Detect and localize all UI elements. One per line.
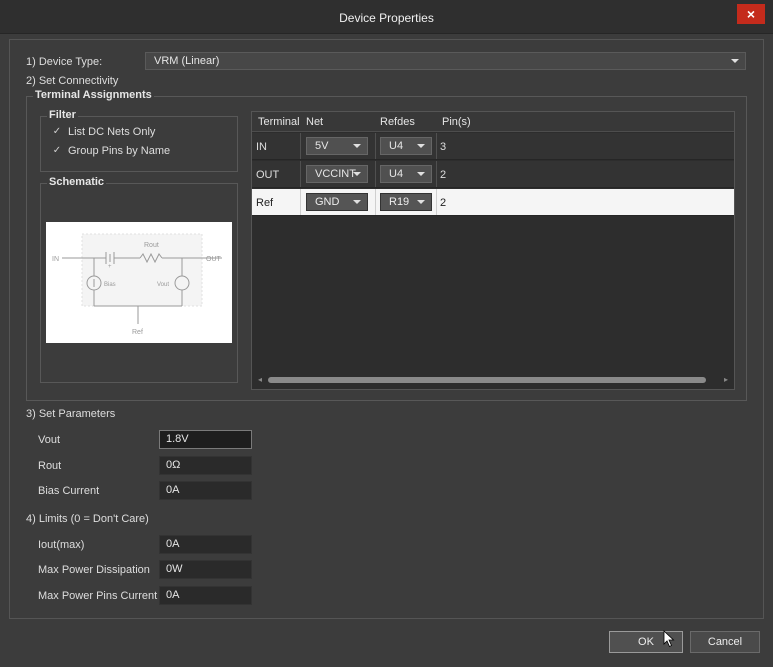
vout-label: Vout	[38, 434, 61, 446]
device-type-dropdown[interactable]: VRM (Linear)	[145, 52, 746, 70]
close-icon: ×	[746, 6, 756, 22]
checkmark-icon: ✓	[52, 126, 62, 137]
max-power-dissipation-input[interactable]: 0W	[159, 560, 252, 579]
set-connectivity-label: 2) Set Connectivity	[26, 75, 119, 87]
close-button[interactable]: ×	[737, 4, 765, 24]
rout-input[interactable]: 0Ω	[159, 456, 252, 475]
column-header-pins: Pin(s)	[442, 116, 471, 128]
window-title: Device Properties	[339, 11, 434, 25]
net-dropdown[interactable]: GND	[306, 193, 368, 211]
schematic-bias-label: Bias	[104, 282, 116, 288]
bias-current-label: Bias Current	[38, 485, 100, 497]
chevron-down-icon	[731, 59, 739, 63]
pins-cell: 2	[440, 197, 447, 209]
terminal-table: Terminal Net Refdes Pin(s) IN 5V U4 3 OU…	[251, 111, 735, 390]
chevron-down-icon	[417, 172, 425, 176]
refdes-value: R19	[389, 196, 410, 208]
schematic-out-label: OUT	[206, 256, 222, 263]
chevron-down-icon	[417, 144, 425, 148]
list-dc-nets-only-checkbox[interactable]: ✓ List DC Nets Only	[52, 126, 156, 138]
vout-input[interactable]: 1.8V	[159, 430, 252, 449]
bias-current-input[interactable]: 0A	[159, 481, 252, 500]
checkmark-icon: ✓	[52, 145, 62, 156]
max-power-pins-current-input[interactable]: 0A	[159, 586, 252, 605]
column-header-net: Net	[306, 116, 324, 128]
terminal-cell: Ref	[256, 197, 274, 209]
refdes-dropdown[interactable]: U4	[380, 165, 432, 183]
device-type-value: VRM (Linear)	[154, 55, 220, 67]
chevron-down-icon	[417, 200, 425, 204]
terminal-cell: IN	[256, 141, 267, 153]
net-value: GND	[315, 196, 340, 208]
rout-label: Rout	[38, 460, 62, 472]
net-value: 5V	[315, 140, 329, 152]
refdes-dropdown[interactable]: R19	[380, 193, 432, 211]
chevron-down-icon	[353, 200, 361, 204]
schematic-plus-label: +	[108, 264, 112, 270]
refdes-value: U4	[389, 140, 404, 152]
net-dropdown[interactable]: 5V	[306, 137, 368, 155]
scroll-left-icon[interactable]: ◂	[258, 375, 262, 384]
table-row[interactable]: OUT VCCINT U4 2	[252, 161, 734, 188]
schematic-diagram: IN OUT Rout Bias Vout Ref +	[46, 222, 232, 343]
net-dropdown[interactable]: VCCINT	[306, 165, 368, 183]
terminal-assignments-title: Terminal Assignments	[33, 89, 154, 101]
schematic-ref-label: Ref	[132, 329, 143, 336]
iout-max-input[interactable]: 0A	[159, 535, 252, 554]
title-bar: Device Properties ×	[0, 0, 773, 34]
filter-group: Filter	[40, 109, 238, 172]
table-header: Terminal Net Refdes Pin(s)	[252, 112, 734, 132]
column-header-terminal: Terminal	[258, 116, 300, 128]
max-power-pins-current-label: Max Power Pins Current	[38, 590, 158, 602]
table-row[interactable]: IN 5V U4 3	[252, 133, 734, 160]
iout-max-label: Iout(max)	[38, 539, 85, 551]
schematic-in-label: IN	[52, 256, 59, 263]
net-value: VCCINT	[315, 168, 356, 180]
device-type-label: 1) Device Type:	[26, 56, 103, 68]
max-power-dissipation-label: Max Power Dissipation	[38, 564, 150, 576]
horizontal-scrollbar[interactable]: ◂ ▸	[258, 375, 728, 384]
list-dc-nets-only-label: List DC Nets Only	[68, 126, 156, 138]
refdes-dropdown[interactable]: U4	[380, 137, 432, 155]
scrollbar-thumb[interactable]	[268, 377, 706, 383]
terminal-cell: OUT	[256, 169, 280, 181]
cancel-button[interactable]: Cancel	[690, 631, 760, 653]
mouse-pointer-icon	[663, 630, 675, 648]
group-pins-by-name-label: Group Pins by Name	[68, 145, 171, 157]
schematic-title: Schematic	[47, 176, 107, 188]
chevron-down-icon	[353, 144, 361, 148]
table-row-selected[interactable]: Ref GND R19 2	[252, 189, 734, 216]
pins-cell: 2	[440, 169, 447, 181]
pins-cell: 3	[440, 141, 447, 153]
vrm-schematic-drawing: IN OUT Rout Bias Vout Ref +	[52, 233, 222, 336]
schematic-rout-label: Rout	[144, 242, 159, 249]
limits-label: 4) Limits (0 = Don't Care)	[26, 513, 149, 525]
column-header-refdes: Refdes	[380, 116, 415, 128]
chevron-down-icon	[353, 172, 361, 176]
set-parameters-label: 3) Set Parameters	[26, 408, 116, 420]
filter-title: Filter	[47, 109, 78, 121]
refdes-value: U4	[389, 168, 404, 180]
schematic-vout-label: Vout	[157, 282, 169, 288]
scroll-right-icon[interactable]: ▸	[724, 375, 728, 384]
group-pins-by-name-checkbox[interactable]: ✓ Group Pins by Name	[52, 145, 170, 157]
